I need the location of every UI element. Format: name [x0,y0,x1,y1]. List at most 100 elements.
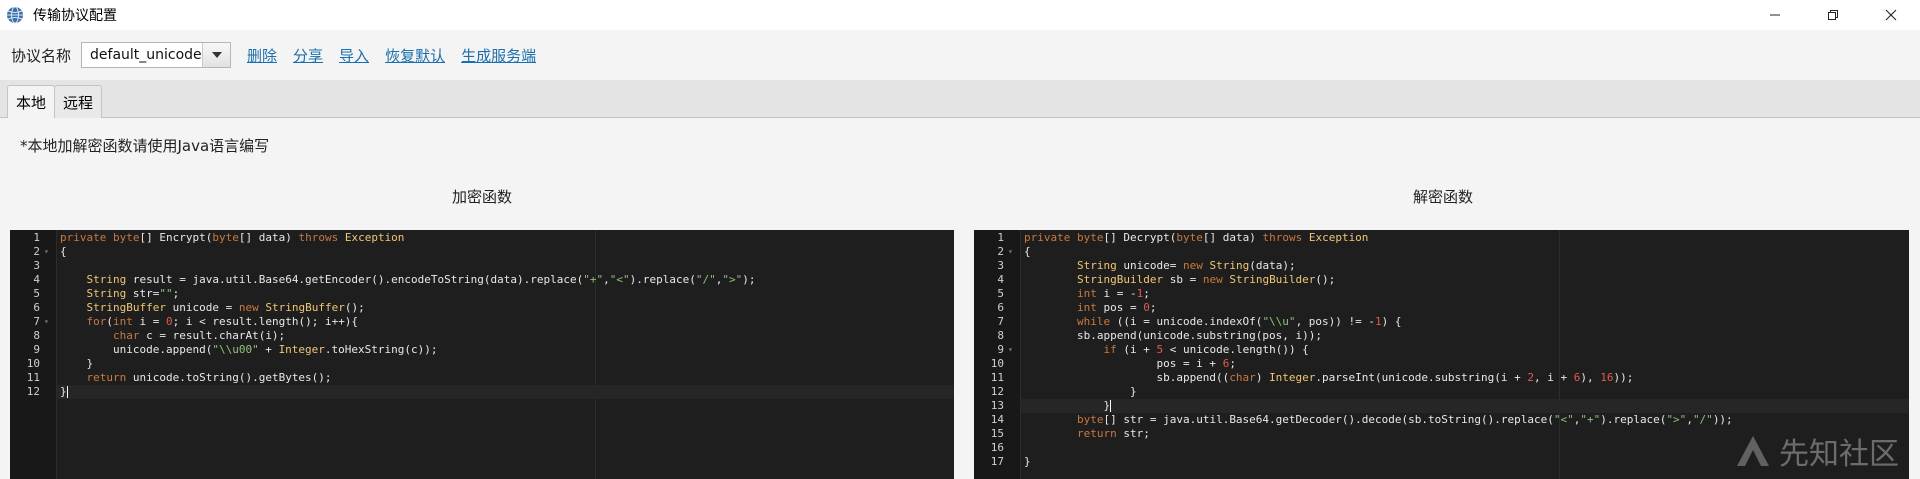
code-line[interactable]: sb.append(unicode.substring(pos, i)); [1024,329,1322,343]
protocol-select-dropdown-button[interactable] [202,43,231,67]
line-number: 17 [990,455,1004,468]
fold-toggle-icon[interactable]: ▾ [44,315,49,329]
share-link[interactable]: 分享 [293,45,323,66]
line-number: 14 [990,413,1004,426]
code-line[interactable]: StringBuilder sb = new StringBuilder(); [1024,273,1335,287]
protocol-select-value[interactable]: default_unicode [82,47,202,63]
encrypt-line-gutter: 1 2 ▾ 3 4 5 6 7 ▾ 8 9 10 11 12 [10,230,57,479]
chevron-down-icon [211,52,222,58]
line-number: 7 [997,315,1004,328]
line-number: 2 [33,245,40,258]
minimize-button[interactable] [1746,0,1804,30]
line-number: 16 [990,441,1004,454]
line-number: 9 [33,343,40,356]
line-number: 13 [990,399,1004,412]
fold-toggle-icon[interactable]: ▾ [44,245,49,259]
line-number: 11 [990,371,1004,384]
line-number: 6 [997,301,1004,314]
text-caret [1110,400,1112,412]
print-margin-line [1559,230,1560,479]
line-number: 5 [997,287,1004,300]
code-line[interactable]: } [60,385,68,399]
line-number: 15 [990,427,1004,440]
tab-remote[interactable]: 远程 [54,85,103,118]
code-line[interactable]: return str; [1024,427,1150,441]
code-line[interactable]: return unicode.toString().getBytes(); [60,371,332,385]
line-number: 9 [997,343,1004,356]
import-link[interactable]: 导入 [339,45,369,66]
tab-strip: 本地 远程 [0,80,1920,119]
java-language-note: *本地加解密函数请使用Java语言编写 [20,137,270,155]
code-line[interactable]: String unicode= new String(data); [1024,259,1296,273]
restore-button[interactable] [1804,0,1862,30]
line-number: 2 [997,245,1004,258]
close-button[interactable] [1862,0,1920,30]
code-line[interactable]: { [1024,245,1031,259]
line-number: 1 [997,231,1004,244]
code-line[interactable]: } [1024,385,1137,399]
app-globe-icon [7,6,23,24]
code-line[interactable]: if (i + 5 < unicode.length()) { [1024,343,1308,357]
line-number: 11 [26,371,40,384]
line-number: 12 [990,385,1004,398]
print-margin-line [595,230,596,479]
code-line[interactable]: char c = result.charAt(i); [60,329,285,343]
decrypt-line-gutter: 1 2 ▾ 3 4 5 6 7 8 9 ▾ 10 11 12 13 14 15 16 17 [974,230,1021,479]
encrypt-code-editor[interactable]: 1 2 ▾ 3 4 5 6 7 ▾ 8 9 10 11 12 private byte[] Encrypt… [10,230,954,479]
code-line[interactable]: } [1024,455,1031,469]
decrypt-function-title: 解密函数 [1413,188,1474,206]
code-line[interactable]: StringBuffer unicode = new StringBuffer(… [60,301,365,315]
line-number: 1 [33,231,40,244]
minimize-icon [1770,14,1780,16]
code-line[interactable]: int pos = 0; [1024,301,1156,315]
code-line[interactable]: int i = -1; [1024,287,1150,301]
decrypt-code-editor[interactable]: 1 2 ▾ 3 4 5 6 7 8 9 ▾ 10 11 12 13 14 15 16 17 private byte… [974,230,1909,479]
restore-default-link[interactable]: 恢复默认 [385,45,445,66]
protocol-select[interactable]: default_unicode [81,42,232,68]
line-number: 4 [997,273,1004,286]
line-number: 8 [997,329,1004,342]
watermark: 先知社区 [1733,429,1899,473]
line-number: 3 [997,259,1004,272]
local-tab-panel: *本地加解密函数请使用Java语言编写 加密函数 解密函数 1 2 ▾ 3 4 5 6 7 ▾ 8… [0,118,1920,479]
code-line[interactable]: { [60,245,67,259]
text-caret [66,386,68,398]
code-line[interactable]: String result = java.util.Base64.getEnco… [60,273,756,287]
generate-server-link[interactable]: 生成服务端 [461,45,536,66]
line-number: 7 [33,315,40,328]
fold-toggle-icon[interactable]: ▾ [1008,343,1013,357]
line-number: 12 [26,385,40,398]
code-line[interactable]: while ((i = unicode.indexOf("\\u", pos))… [1024,315,1402,329]
line-number: 6 [33,301,40,314]
code-line[interactable]: private byte[] Decrypt(byte[] data) thro… [1024,231,1368,245]
close-icon [1885,9,1897,21]
code-line[interactable]: String str=""; [60,287,180,301]
line-number: 10 [990,357,1004,370]
active-line-highlight [1021,399,1909,413]
line-number: 10 [26,357,40,370]
code-line[interactable]: } [60,357,93,371]
code-line[interactable]: for(int i = 0; i < result.length(); i++)… [60,315,359,329]
line-number: 4 [33,273,40,286]
encrypt-function-title: 加密函数 [452,188,513,206]
code-line[interactable]: unicode.append("\\u00" + Integer.toHexSt… [60,343,438,357]
protocol-toolbar: 协议名称 default_unicode 删除 分享 导入 恢复默认 生成服务端 [0,30,1920,80]
code-line[interactable]: sb.append((char) Integer.parseInt(unicod… [1024,371,1633,385]
watermark-logo-icon [1737,436,1769,466]
window-controls [1746,0,1920,30]
code-line[interactable]: private byte[] Encrypt(byte[] data) thro… [60,231,404,245]
delete-link[interactable]: 删除 [247,45,277,66]
active-line-highlight [57,385,954,399]
watermark-text: 先知社区 [1779,437,1899,472]
fold-toggle-icon[interactable]: ▾ [1008,245,1013,259]
code-line[interactable]: } [1024,399,1112,413]
line-number: 3 [33,259,40,272]
line-number: 5 [33,287,40,300]
encrypt-code-area[interactable]: private byte[] Encrypt(byte[] data) thro… [57,230,954,479]
code-line[interactable]: pos = i + 6; [1024,357,1236,371]
window-title: 传输协议配置 [33,8,117,24]
line-number: 8 [33,329,40,342]
title-bar: 传输协议配置 [0,0,1920,30]
tab-local[interactable]: 本地 [7,85,56,119]
code-line[interactable]: byte[] str = java.util.Base64.getDecoder… [1024,413,1733,427]
